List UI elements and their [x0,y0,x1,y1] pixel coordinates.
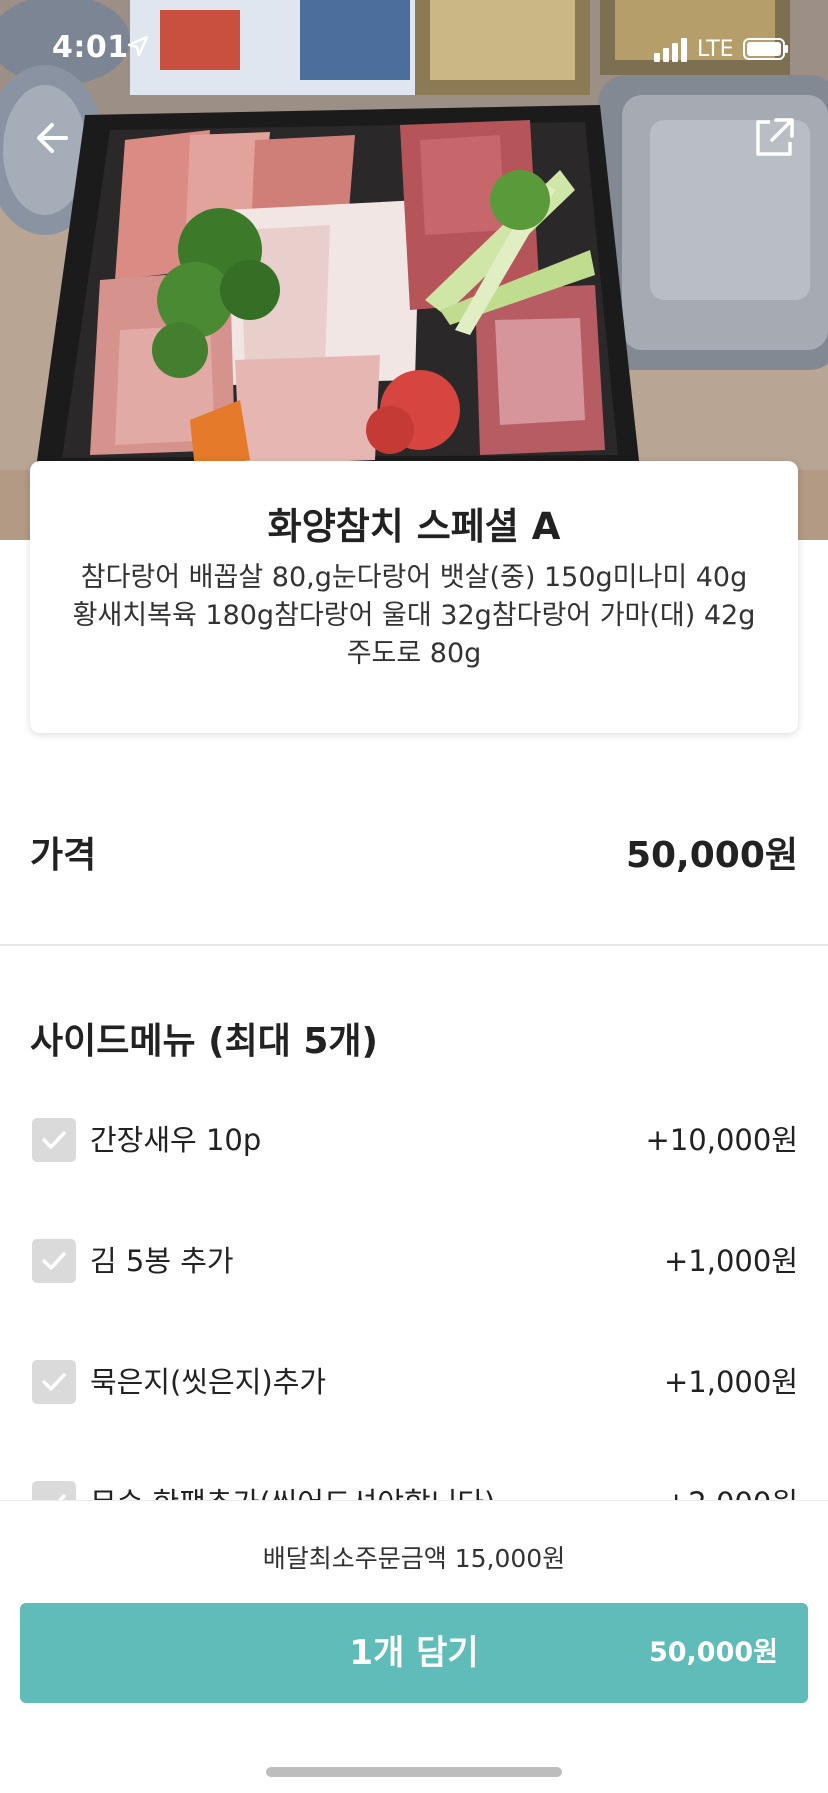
network-type: LTE [697,37,734,62]
side-menu-option[interactable]: 묵은지(씻은지)추가 +1,000원 [30,1350,798,1471]
section-divider [0,944,828,946]
side-menu-option[interactable]: 김 5봉 추가 +1,000원 [30,1229,798,1350]
product-photo: 4:01 LTE [0,0,828,540]
check-icon [42,1252,66,1270]
battery-icon [743,38,788,60]
min-order-notice: 배달최소주문금액 15,000원 [262,1544,566,1573]
option-checkbox[interactable] [32,1360,76,1404]
bottom-order-bar: 배달최소주문금액 15,000원 1개 담기 50,000원 [0,1500,828,1793]
option-price: +1,000원 [664,1365,798,1399]
back-arrow-icon [37,123,68,153]
option-price: +2,000원 [664,1481,798,1500]
check-icon [42,1131,66,1149]
option-label: 간장새우 10p [90,1123,262,1157]
price-value: 50,000원 [625,835,798,876]
option-price: +1,000원 [664,1244,798,1278]
item-title: 화양참치 스페셜 A [267,505,561,548]
status-bar: 4:01 LTE [0,0,828,100]
signal-icon [654,38,687,62]
add-button-price: 50,000원 [648,1637,778,1668]
item-description: 참다랑어 배꼽살 80,g눈다랑어 뱃살(중) 150g미나미 40g황새치복육… [72,562,756,669]
side-menu-option[interactable]: 무순 한팩추가(씻어드셔야합니다) +2,000원 [30,1471,798,1500]
option-price: +10,000원 [645,1123,798,1157]
side-menu-option[interactable]: 간장새우 10p +10,000원 [30,1108,798,1229]
check-icon [57,1494,66,1500]
home-indicator[interactable] [266,1767,562,1777]
option-label: 김 5봉 추가 [90,1244,234,1278]
back-button[interactable] [28,112,80,164]
option-checkbox[interactable] [32,1239,76,1283]
price-label: 가격 [30,835,97,876]
side-menu-title: 사이드메뉴 (최대 5개) [30,1021,378,1062]
price-row: 가격 50,000원 [30,820,798,880]
option-checkbox[interactable] [32,1481,76,1500]
share-icon [756,118,794,156]
status-time: 4:01 [52,30,129,65]
option-checkbox[interactable] [32,1118,76,1162]
add-to-cart-button[interactable]: 1개 담기 50,000원 [20,1603,808,1703]
share-button[interactable] [748,112,800,164]
option-label: 무순 한팩추가(씻어드셔야합니다) [90,1481,495,1500]
check-icon [42,1373,66,1391]
side-menu-options: 간장새우 10p +10,000원 김 5봉 추가 +1,000원 묵은지(씻은… [30,1108,798,1500]
location-arrow-icon [127,35,149,57]
option-label: 묵은지(씻은지)추가 [90,1365,327,1399]
item-info-card: 화양참치 스페셜 A 참다랑어 배꼽살 80,g눈다랑어 뱃살(중) 150g미… [30,461,798,733]
